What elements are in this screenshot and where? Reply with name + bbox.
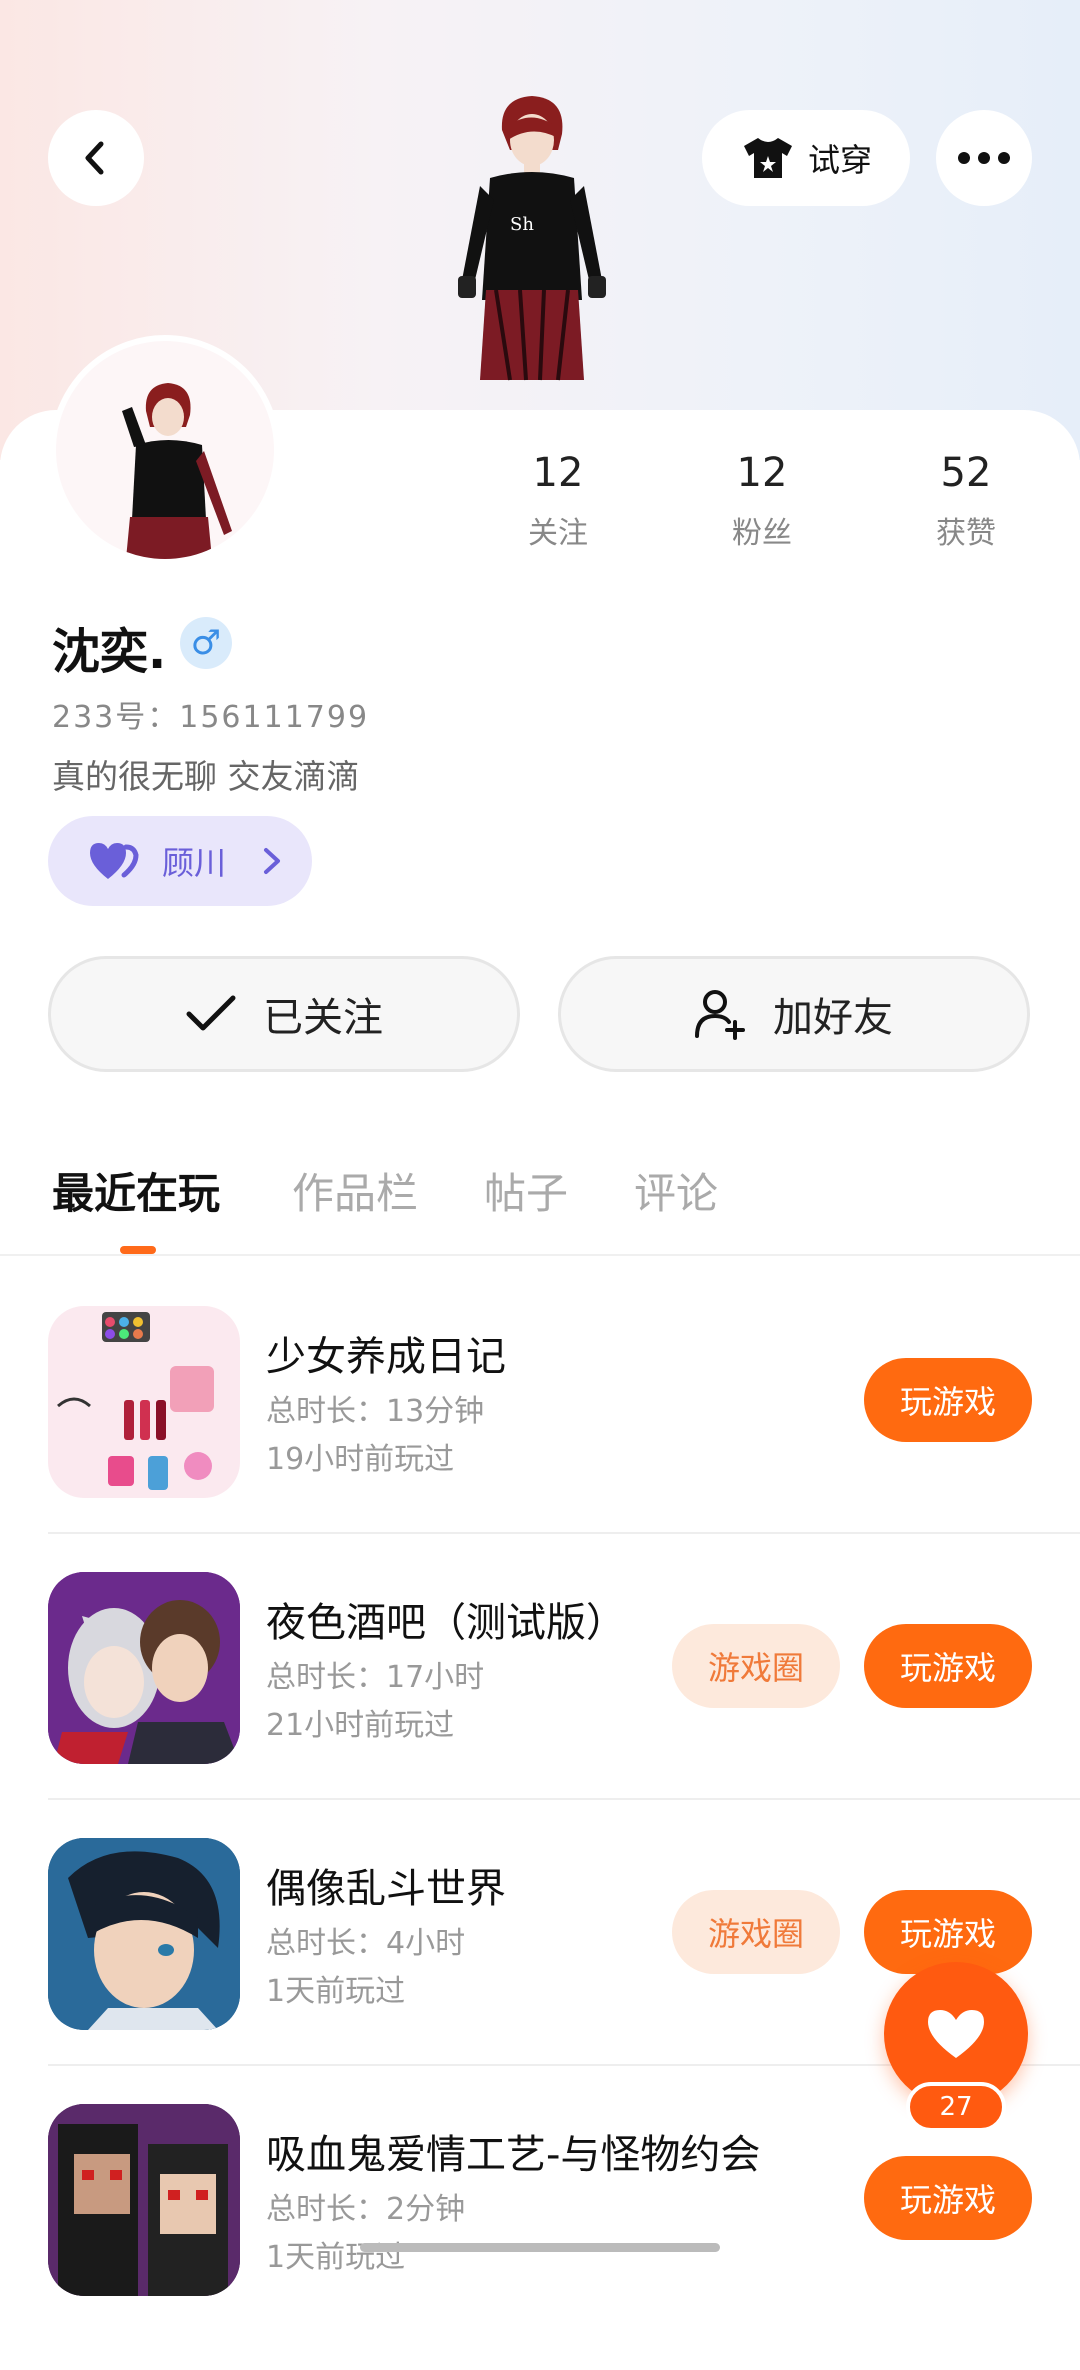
game-icon-vampire-craft[interactable]	[48, 2104, 240, 2296]
stat-following[interactable]: 12 关注	[488, 450, 628, 552]
add-user-icon	[695, 990, 745, 1040]
add-friend-button[interactable]: 加好友	[558, 956, 1030, 1072]
cp-relation-pill[interactable]: 顾川	[48, 816, 312, 906]
profile-bio: 真的很无聊 交友滴滴	[52, 757, 360, 796]
back-button[interactable]	[48, 110, 144, 206]
svg-text:Sh: Sh	[510, 214, 534, 235]
try-on-label: 试穿	[807, 141, 872, 179]
game-circle-button[interactable]: 游戏圈	[672, 1890, 840, 1974]
game-last-played: 21小时前玩过	[266, 1708, 455, 1743]
double-heart-icon	[90, 843, 139, 879]
game-last-played: 19小时前玩过	[266, 1442, 455, 1477]
avatar[interactable]	[50, 335, 280, 565]
more-button[interactable]	[936, 110, 1032, 206]
tab-posts[interactable]: 帖子	[484, 1160, 568, 1221]
user-id: 233号：156111799	[52, 700, 370, 735]
followed-button[interactable]: 已关注	[48, 956, 520, 1072]
more-dots-icon	[958, 152, 1010, 164]
game-title: 偶像乱斗世界	[266, 1866, 506, 1912]
stat-followers[interactable]: 12 粉丝	[692, 450, 832, 552]
gender-male-icon: ♂	[180, 617, 232, 669]
game-title: 少女养成日记	[266, 1334, 506, 1380]
game-circle-button[interactable]: 游戏圈	[672, 1624, 840, 1708]
makeup-icon	[57, 1312, 214, 1490]
stat-value: 52	[940, 450, 992, 496]
cp-name: 顾川	[162, 844, 227, 882]
list-item[interactable]: 吸血鬼爱情工艺-与怪物约会 总时长：2分钟 1天前玩过 玩游戏	[0, 2104, 1080, 2370]
shirt-icon	[743, 138, 792, 178]
stat-likes[interactable]: 52 获赞	[896, 450, 1036, 552]
game-last-played: 1天前玩过	[266, 1974, 406, 2009]
check-icon	[186, 995, 236, 1031]
try-on-button[interactable]: 试穿	[702, 110, 910, 206]
play-game-button[interactable]: 玩游戏	[864, 1358, 1032, 1442]
like-count-badge: 27	[906, 2082, 1006, 2132]
divider	[48, 1532, 1080, 1534]
profile-name: 沈奕.	[52, 624, 167, 680]
stat-value: 12	[532, 450, 584, 496]
game-duration: 总时长：17小时	[266, 1660, 485, 1695]
avatar-figure	[122, 383, 232, 559]
game-last-played: 1天前玩过	[266, 2240, 406, 2275]
tab-works[interactable]: 作品栏	[292, 1160, 418, 1221]
stat-label: 粉丝	[732, 516, 792, 551]
couple-art-icon	[48, 1572, 240, 1764]
avatar-3d-figure: Sh	[458, 96, 606, 381]
play-game-button[interactable]: 玩游戏	[864, 1624, 1032, 1708]
add-friend-label: 加好友	[773, 995, 893, 1041]
tab-indicator	[120, 1246, 156, 1254]
stat-label: 关注	[528, 516, 588, 551]
back-arrow-icon	[85, 141, 104, 175]
game-duration: 总时长：13分钟	[266, 1394, 485, 1429]
idol-art-icon	[48, 1838, 240, 2030]
home-indicator[interactable]	[360, 2243, 720, 2252]
tab-divider	[0, 1254, 1080, 1256]
game-icon-night-bar[interactable]	[48, 1572, 240, 1764]
game-duration: 总时长：4小时	[266, 1926, 466, 1961]
game-icon-girl-diary[interactable]	[48, 1306, 240, 1498]
chevron-right-icon	[264, 848, 281, 874]
stat-label: 获赞	[936, 516, 996, 551]
game-title: 夜色酒吧（测试版）	[266, 1600, 626, 1646]
game-duration: 总时长：2分钟	[266, 2192, 466, 2227]
divider	[48, 1798, 1080, 1800]
pixel-vampire-icon	[48, 2104, 240, 2296]
followed-label: 已关注	[263, 995, 383, 1041]
stat-value: 12	[736, 450, 788, 496]
tab-recent-play[interactable]: 最近在玩	[52, 1160, 220, 1221]
play-game-button[interactable]: 玩游戏	[864, 2156, 1032, 2240]
game-icon-idol-brawl[interactable]	[48, 1838, 240, 2030]
tab-comments[interactable]: 评论	[634, 1160, 718, 1221]
heart-icon	[928, 2010, 984, 2058]
game-title: 吸血鬼爱情工艺-与怪物约会	[266, 2132, 761, 2178]
